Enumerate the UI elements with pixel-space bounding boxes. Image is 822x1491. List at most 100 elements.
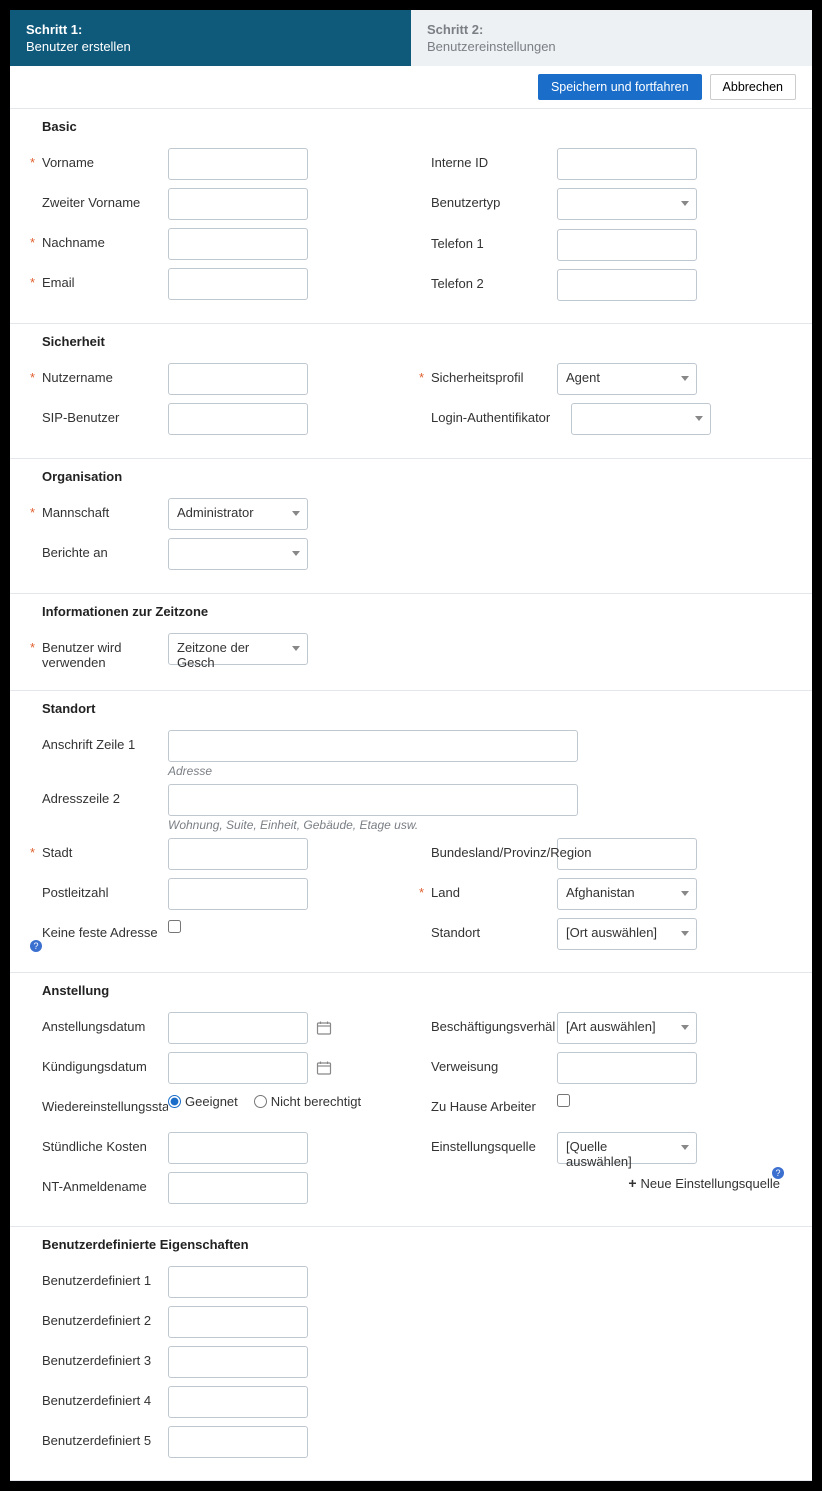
label-benutzertyp: Benutzertyp bbox=[431, 188, 557, 210]
label-zweiter-vorname: Zweiter Vorname bbox=[42, 188, 168, 210]
select-standort[interactable]: [Ort auswählen] bbox=[557, 918, 697, 950]
label-land: Land bbox=[431, 878, 557, 900]
input-adresszeile-2[interactable] bbox=[168, 784, 578, 816]
input-custom-2[interactable] bbox=[168, 1306, 308, 1338]
label-sicherheitsprofil: Sicherheitsprofil bbox=[431, 363, 557, 385]
plus-icon: + bbox=[628, 1175, 636, 1191]
input-email[interactable] bbox=[168, 268, 308, 300]
calendar-icon[interactable] bbox=[316, 1060, 332, 1076]
label-telefon-2: Telefon 2 bbox=[431, 269, 557, 291]
label-nachname: Nachname bbox=[42, 228, 168, 250]
radio-nicht-berechtigt[interactable]: Nicht berechtigt bbox=[254, 1094, 361, 1109]
input-zweiter-vorname[interactable] bbox=[168, 188, 308, 220]
label-email: Email bbox=[42, 268, 168, 290]
input-anstellungsdatum[interactable] bbox=[168, 1012, 308, 1044]
checkbox-keine-feste-adresse[interactable] bbox=[168, 920, 181, 933]
label-stadt: Stadt bbox=[42, 838, 168, 860]
input-interne-id[interactable] bbox=[557, 148, 697, 180]
save-button[interactable]: Speichern und fortfahren bbox=[538, 74, 702, 100]
select-login-auth[interactable] bbox=[571, 403, 711, 435]
label-custom-1: Benutzerdefiniert 1 bbox=[42, 1266, 168, 1288]
select-sicherheitsprofil[interactable]: Agent bbox=[557, 363, 697, 395]
input-verweisung[interactable] bbox=[557, 1052, 697, 1084]
input-stadt[interactable] bbox=[168, 838, 308, 870]
help-icon[interactable]: ? bbox=[30, 940, 42, 952]
input-postleitzahl[interactable] bbox=[168, 878, 308, 910]
tab-1-title: Schritt 1: bbox=[26, 22, 395, 37]
select-benutzertyp[interactable] bbox=[557, 188, 697, 220]
section-zeitzone: Informationen zur Zeitzone Benutzer wird… bbox=[10, 594, 812, 691]
calendar-icon[interactable] bbox=[316, 1020, 332, 1036]
section-custom-title: Benutzerdefinierte Eigenschaften bbox=[10, 1227, 812, 1262]
section-organisation-title: Organisation bbox=[10, 459, 812, 494]
section-zeitzone-title: Informationen zur Zeitzone bbox=[10, 594, 812, 629]
section-standort: Standort Anschrift Zeile 1Adresse Adress… bbox=[10, 691, 812, 973]
input-stuendliche-kosten[interactable] bbox=[168, 1132, 308, 1164]
input-custom-4[interactable] bbox=[168, 1386, 308, 1418]
input-custom-5[interactable] bbox=[168, 1426, 308, 1458]
label-anstellungsdatum: Anstellungsdatum bbox=[42, 1012, 168, 1034]
section-standort-title: Standort bbox=[10, 691, 812, 726]
section-organisation: Organisation MannschaftAdministrator Ber… bbox=[10, 459, 812, 594]
select-mannschaft[interactable]: Administrator bbox=[168, 498, 308, 530]
input-nachname[interactable] bbox=[168, 228, 308, 260]
tab-step-1[interactable]: Schritt 1: Benutzer erstellen bbox=[10, 10, 411, 66]
select-zeitzone[interactable]: Zeitzone der Gesch bbox=[168, 633, 308, 665]
input-nt-anmeldename[interactable] bbox=[168, 1172, 308, 1204]
section-sicherheit-title: Sicherheit bbox=[10, 324, 812, 359]
label-anschrift-1: Anschrift Zeile 1 bbox=[42, 730, 168, 752]
label-sip-benutzer: SIP-Benutzer bbox=[42, 403, 168, 425]
label-postleitzahl: Postleitzahl bbox=[42, 878, 168, 900]
label-verweisung: Verweisung bbox=[431, 1052, 557, 1074]
input-vorname[interactable] bbox=[168, 148, 308, 180]
select-einstellungsquelle[interactable]: [Quelle auswählen] bbox=[557, 1132, 697, 1164]
tab-step-2[interactable]: Schritt 2: Benutzereinstellungen bbox=[411, 10, 812, 66]
radio-geeignet[interactable]: Geeignet bbox=[168, 1094, 238, 1109]
add-einstellungsquelle-link[interactable]: +Neue Einstellungsquelle? bbox=[431, 1175, 780, 1191]
label-login-auth: Login-Authentifikator bbox=[431, 403, 571, 425]
input-kuendigungsdatum[interactable] bbox=[168, 1052, 308, 1084]
label-nt-anmeldename: NT-Anmeldename bbox=[42, 1172, 168, 1194]
page-container: Schritt 1: Benutzer erstellen Schritt 2:… bbox=[10, 10, 812, 1481]
label-interne-id: Interne ID bbox=[431, 148, 557, 170]
label-stuendliche-kosten: Stündliche Kosten bbox=[42, 1132, 168, 1154]
section-custom: Benutzerdefinierte Eigenschaften Benutze… bbox=[10, 1227, 812, 1481]
label-zu-hause: Zu Hause Arbeiter bbox=[431, 1092, 557, 1114]
label-kuendigungsdatum: Kündigungsdatum bbox=[42, 1052, 168, 1074]
label-adresszeile-2: Adresszeile 2 bbox=[42, 784, 168, 806]
input-telefon-2[interactable] bbox=[557, 269, 697, 301]
select-land[interactable]: Afghanistan bbox=[557, 878, 697, 910]
tab-2-sub: Benutzereinstellungen bbox=[427, 39, 796, 54]
input-telefon-1[interactable] bbox=[557, 229, 697, 261]
label-standort-sel: Standort bbox=[431, 918, 557, 940]
input-custom-1[interactable] bbox=[168, 1266, 308, 1298]
select-berichte-an[interactable] bbox=[168, 538, 308, 570]
label-einstellungsquelle: Einstellungsquelle bbox=[431, 1132, 557, 1154]
help-icon[interactable]: ? bbox=[772, 1167, 784, 1179]
section-basic-title: Basic bbox=[10, 109, 812, 144]
label-nutzername: Nutzername bbox=[42, 363, 168, 385]
section-anstellung-title: Anstellung bbox=[10, 973, 812, 1008]
label-mannschaft: Mannschaft bbox=[42, 498, 168, 520]
label-custom-3: Benutzerdefiniert 3 bbox=[42, 1346, 168, 1368]
label-benutzer-verwenden: Benutzer wird verwenden bbox=[42, 633, 168, 670]
step-tabs: Schritt 1: Benutzer erstellen Schritt 2:… bbox=[10, 10, 812, 66]
tab-1-sub: Benutzer erstellen bbox=[26, 39, 395, 54]
input-custom-3[interactable] bbox=[168, 1346, 308, 1378]
section-sicherheit: Sicherheit Nutzername SIP-Benutzer Siche… bbox=[10, 324, 812, 459]
label-beschaeftigung: Beschäftigungsverhäl bbox=[431, 1012, 557, 1034]
label-custom-4: Benutzerdefiniert 4 bbox=[42, 1386, 168, 1408]
checkbox-zu-hause[interactable] bbox=[557, 1094, 570, 1107]
tab-2-title: Schritt 2: bbox=[427, 22, 796, 37]
select-beschaeftigung[interactable]: [Art auswählen] bbox=[557, 1012, 697, 1044]
label-custom-2: Benutzerdefiniert 2 bbox=[42, 1306, 168, 1328]
section-anstellung: Anstellung Anstellungsdatum Kündigungsda… bbox=[10, 973, 812, 1227]
label-vorname: Vorname bbox=[42, 148, 168, 170]
label-wiedereinstellung: Wiedereinstellungssta bbox=[42, 1092, 168, 1114]
input-sip-benutzer[interactable] bbox=[168, 403, 308, 435]
input-anschrift-1[interactable] bbox=[168, 730, 578, 762]
input-nutzername[interactable] bbox=[168, 363, 308, 395]
label-keine-feste-adresse: Keine feste Adresse? bbox=[42, 918, 168, 940]
help-anschrift-1: Adresse bbox=[168, 764, 780, 778]
cancel-button[interactable]: Abbrechen bbox=[710, 74, 796, 100]
